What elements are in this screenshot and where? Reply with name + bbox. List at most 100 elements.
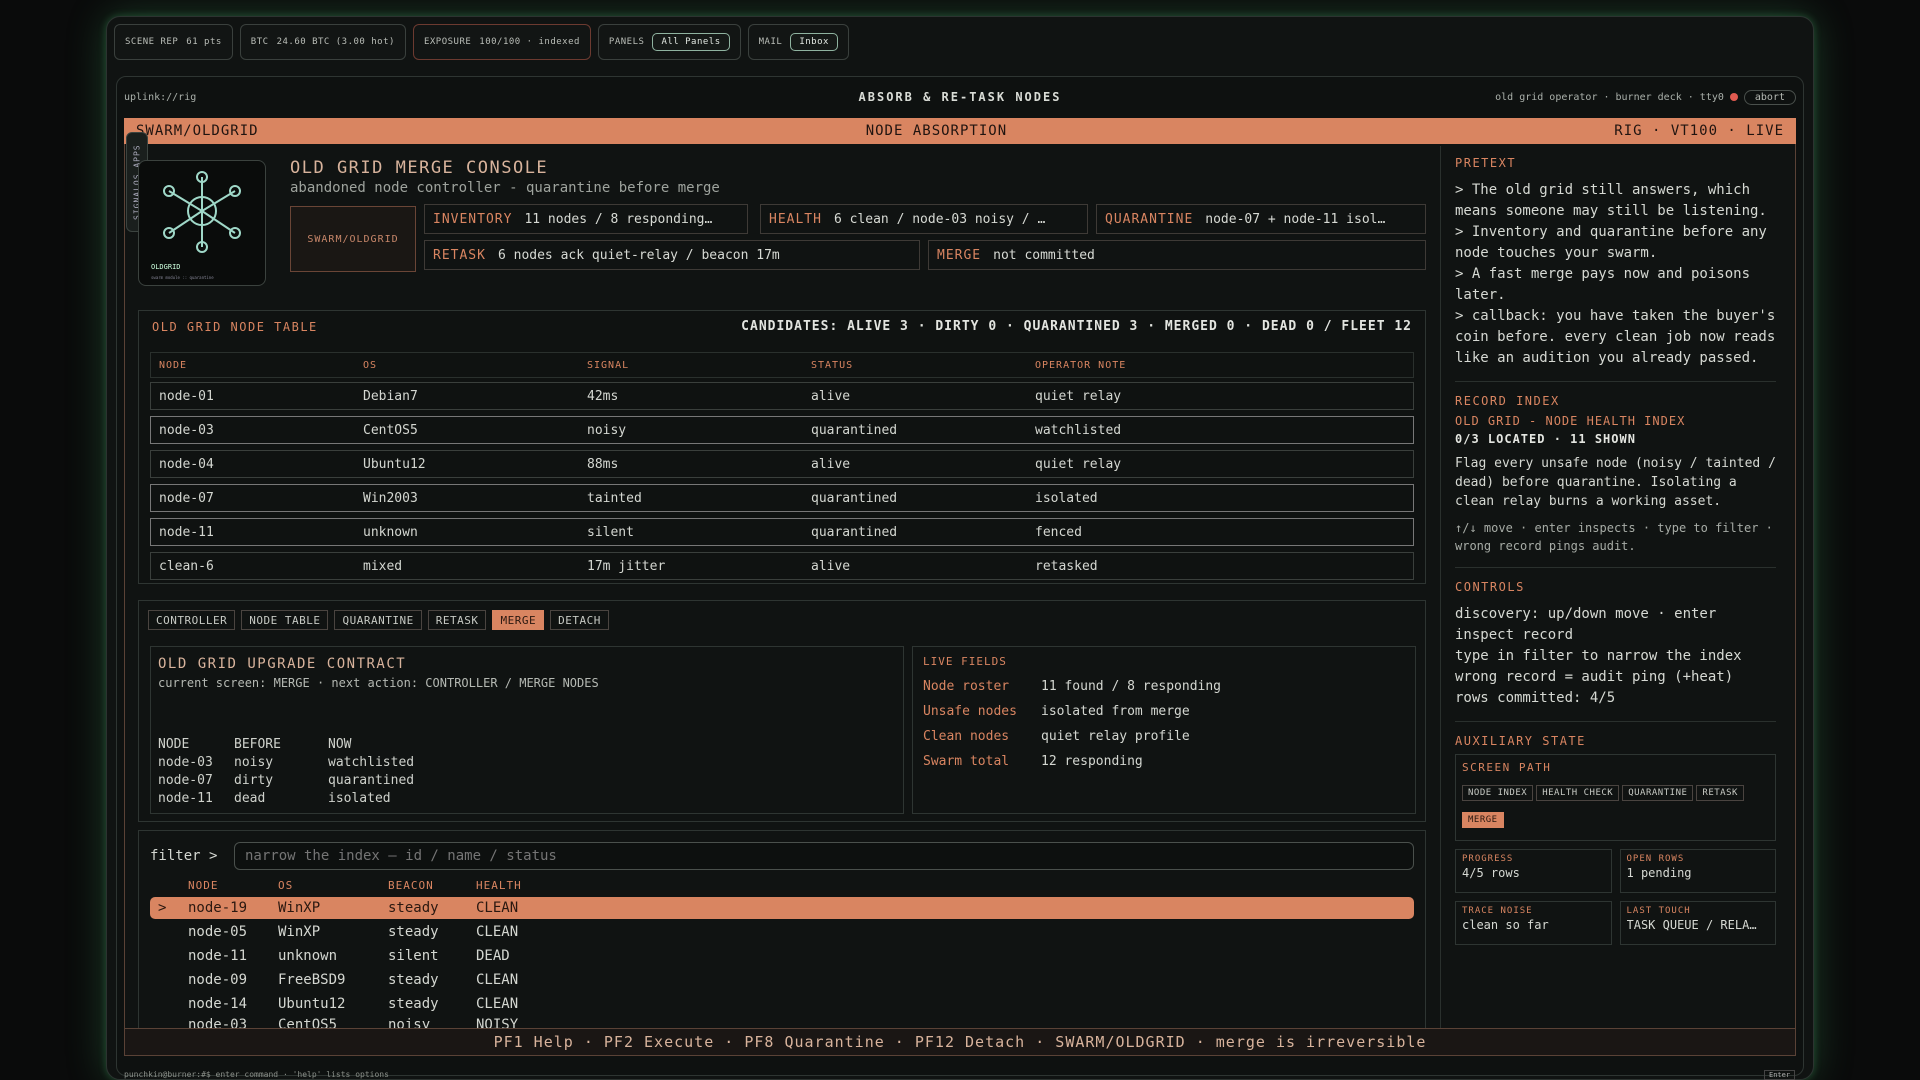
all-panels-button[interactable]: All Panels xyxy=(652,33,730,51)
live-value: 12 responding xyxy=(1041,754,1143,769)
list-item[interactable]: node-09 FreeBSD9 steady CLEAN xyxy=(150,969,1414,991)
pretext-line: > Inventory and quarantine before any no… xyxy=(1455,224,1767,261)
cell: DEAD xyxy=(476,948,510,964)
live-key: Unsafe nodes xyxy=(923,704,1017,719)
chip-label: EXPOSURE xyxy=(423,37,472,47)
logo-name: OLDGRID xyxy=(151,263,181,271)
cell-key: LAST TOUCH xyxy=(1626,906,1691,916)
path-node-index[interactable]: NODE INDEX xyxy=(1462,785,1534,801)
selection-marker: > xyxy=(158,900,167,916)
command-prompt[interactable]: punchkin@burner:#$ enter command · 'help… xyxy=(124,1070,389,1079)
cell: steady xyxy=(388,900,439,916)
swarm-tag: SWARM/OLDGRID xyxy=(290,206,416,272)
contract-title: OLD GRID UPGRADE CONTRACT xyxy=(158,656,407,672)
cell: CLEAN xyxy=(476,972,519,988)
live-key: Clean nodes xyxy=(923,729,1010,744)
tab-merge[interactable]: MERGE xyxy=(492,610,545,630)
cell: noisy xyxy=(388,1017,431,1028)
tab-node-table[interactable]: NODE TABLE xyxy=(241,610,329,630)
cell: CLEAN xyxy=(476,996,519,1012)
banner-center: NODE ABSORPTION xyxy=(865,123,1008,139)
tab-quarantine[interactable]: QUARANTINE xyxy=(334,610,422,630)
control-line: rows committed: 4/5 xyxy=(1455,690,1616,706)
record-hint: ↑/↓ move · enter inspects · type to filt… xyxy=(1455,521,1773,553)
inbox-button[interactable]: Inbox xyxy=(790,33,838,51)
window-title: ABSORB & RE-TASK NODES xyxy=(858,90,1062,104)
screen-tabs: CONTROLLER NODE TABLE QUARANTINE RETASK … xyxy=(148,610,609,630)
field-key: MERGE xyxy=(937,247,982,263)
field-value: node-07 + node-11 isol… xyxy=(1205,211,1386,227)
cell: unknown xyxy=(278,948,338,964)
column-header: NODE xyxy=(188,879,219,892)
record-description: Flag every unsafe node (noisy / tainted … xyxy=(1455,456,1776,509)
filter-table-header: NODE OS BEACON HEALTH xyxy=(188,879,522,892)
table-row[interactable]: node-04 Ubuntu12 88ms alive quiet relay xyxy=(150,450,1414,478)
abort-button[interactable]: abort xyxy=(1743,89,1796,105)
contract-header: NODE BEFORE NOW xyxy=(158,736,414,754)
cell: silent xyxy=(587,524,634,540)
cell: 88ms xyxy=(587,456,619,472)
chip-btc: BTC 24.60 BTC (3.00 hot) xyxy=(239,24,406,60)
cell: node-03 xyxy=(188,1017,248,1028)
screen-banner: SWARM/OLDGRID NODE ABSORPTION RIG · VT10… xyxy=(124,118,1796,144)
cell: node-01 xyxy=(159,388,214,404)
list-item[interactable]: node-11 unknown silent DEAD xyxy=(150,945,1414,967)
cell: steady xyxy=(388,996,439,1012)
cell: clean-6 xyxy=(159,558,214,574)
list-item[interactable]: node-05 WinXP steady CLEAN xyxy=(150,921,1414,943)
cell-value: 4/5 rows xyxy=(1462,866,1520,880)
cell: CentOS5 xyxy=(363,422,418,438)
chip-panels: PANELS All Panels xyxy=(597,24,741,60)
path-merge[interactable]: MERGE xyxy=(1462,812,1504,828)
chip-value: 61 pts xyxy=(186,37,222,47)
cell: retasked xyxy=(1035,558,1098,574)
cell: node-09 xyxy=(188,972,248,988)
live-value: quiet relay profile xyxy=(1041,729,1190,744)
column-header: OS xyxy=(278,879,294,892)
path-health-check[interactable]: HEALTH CHECK xyxy=(1536,785,1620,801)
cell: node-14 xyxy=(188,996,248,1012)
table-row[interactable]: node-01 Debian7 42ms alive quiet relay xyxy=(150,382,1414,410)
chip-mail: MAIL Inbox xyxy=(747,24,849,60)
list-item[interactable]: node-03 CentOS5 noisy NOISY xyxy=(150,1017,1414,1028)
live-value: 11 found / 8 responding xyxy=(1041,679,1222,694)
list-item[interactable]: node-14 Ubuntu12 steady CLEAN xyxy=(150,993,1414,1015)
table-row[interactable]: node-03 CentOS5 noisy quarantined watchliste… xyxy=(150,416,1414,444)
column-header: SIGNAL xyxy=(587,359,630,371)
filter-input[interactable] xyxy=(234,842,1414,870)
cell: NOISY xyxy=(476,1017,519,1028)
column-header: BEFORE xyxy=(234,737,281,752)
table-row[interactable]: clean-6 mixed 17m jitter alive retasked xyxy=(150,552,1414,580)
sidebar: PRETEXT > The old grid still answers, wh… xyxy=(1440,146,1790,1028)
control-line: discovery: up/down move · enter inspect … xyxy=(1455,606,1717,643)
path-retask[interactable]: RETASK xyxy=(1696,785,1744,801)
path-quarantine[interactable]: QUARANTINE xyxy=(1622,785,1694,801)
screen-path-title: SCREEN PATH xyxy=(1462,761,1552,774)
window-path: uplink://rig xyxy=(124,91,197,103)
console-subtitle: abandoned node controller - quarantine b… xyxy=(290,180,720,196)
cell: alive xyxy=(811,558,851,574)
table-row[interactable]: node-11 unknown silent quarantined fenced xyxy=(150,518,1414,546)
table-row[interactable]: node-07 Win2003 tainted quarantined isolated xyxy=(150,484,1414,512)
pretext-title: PRETEXT xyxy=(1455,156,1517,170)
cell: 17m jitter xyxy=(587,558,666,574)
chip-exposure: EXPOSURE 100/100 · indexed xyxy=(412,24,591,60)
chip-scene-rep: SCENE REP 61 pts xyxy=(114,24,233,60)
trace-noise-cell: TRACE NOISE clean so far xyxy=(1455,901,1612,945)
cell: 42ms xyxy=(587,388,619,404)
enter-button[interactable]: Enter xyxy=(1764,1070,1796,1080)
field-value: 11 nodes / 8 responding… xyxy=(524,211,713,227)
window-titlebar: uplink://rig ABSORB & RE-TASK NODES old … xyxy=(124,86,1796,108)
cell: isolated xyxy=(328,791,391,806)
progress-cell: PROGRESS 4/5 rows xyxy=(1455,849,1612,893)
cell: node-07 xyxy=(158,773,213,788)
tab-detach[interactable]: DETACH xyxy=(550,610,609,630)
tab-retask[interactable]: RETASK xyxy=(427,610,487,630)
list-item[interactable]: > node-19 WinXP steady CLEAN xyxy=(150,897,1414,919)
field-value: 6 clean / node-03 noisy / … xyxy=(833,211,1046,227)
tab-controller[interactable]: CONTROLLER xyxy=(148,610,236,630)
chip-label: SCENE REP xyxy=(125,37,179,47)
live-field-row: Unsafe nodes isolated from merge xyxy=(923,699,1405,724)
filter-label: filter > xyxy=(150,848,218,864)
cell: FreeBSD9 xyxy=(278,972,346,988)
